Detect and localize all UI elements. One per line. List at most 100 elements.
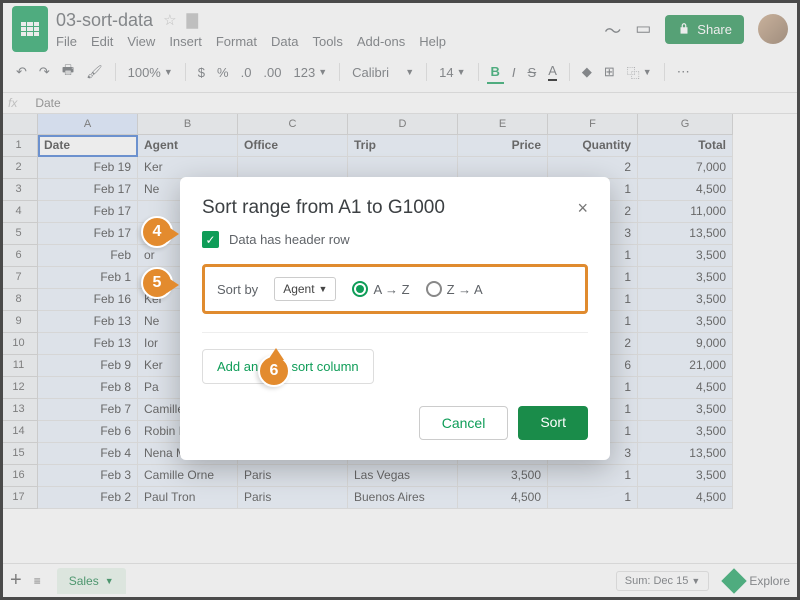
- row-header[interactable]: 14: [0, 421, 38, 443]
- header-cell[interactable]: Agent: [138, 135, 238, 157]
- row-header[interactable]: 6: [0, 245, 38, 267]
- more-toolbar-button[interactable]: ⋯: [673, 61, 694, 83]
- header-cell[interactable]: Total: [638, 135, 733, 157]
- user-avatar[interactable]: [758, 14, 788, 44]
- sheet-tab-sales[interactable]: Sales▼: [57, 568, 126, 594]
- cell[interactable]: Feb 8: [38, 377, 138, 399]
- undo-button[interactable]: ↶: [12, 61, 31, 83]
- cell[interactable]: Feb 2: [38, 487, 138, 509]
- document-title[interactable]: 03-sort-data: [56, 10, 153, 31]
- cell[interactable]: Paul Tron: [138, 487, 238, 509]
- menu-file[interactable]: File: [56, 34, 77, 49]
- cell[interactable]: Feb 3: [38, 465, 138, 487]
- comment-icon[interactable]: ▭: [635, 19, 651, 39]
- cell[interactable]: 11,000: [638, 201, 733, 223]
- trend-icon[interactable]: 〜: [604, 17, 621, 42]
- sort-button[interactable]: Sort: [518, 406, 588, 440]
- print-button[interactable]: 🖶: [58, 58, 78, 86]
- cell[interactable]: [348, 157, 458, 179]
- cell[interactable]: 3,500: [638, 421, 733, 443]
- formula-bar[interactable]: fx Date: [0, 93, 800, 114]
- cell[interactable]: Feb 19: [38, 157, 138, 179]
- cell[interactable]: [458, 157, 548, 179]
- column-header[interactable]: C: [238, 114, 348, 135]
- close-icon[interactable]: ×: [577, 198, 588, 219]
- cell[interactable]: 21,000: [638, 355, 733, 377]
- row-header[interactable]: 15: [0, 443, 38, 465]
- cell[interactable]: 1: [548, 487, 638, 509]
- cell[interactable]: 7,000: [638, 157, 733, 179]
- row-header[interactable]: 8: [0, 289, 38, 311]
- row-header[interactable]: 4: [0, 201, 38, 223]
- explore-button[interactable]: Explore: [725, 572, 790, 590]
- column-header[interactable]: A: [38, 114, 138, 135]
- cell[interactable]: 2: [548, 157, 638, 179]
- sort-az-radio[interactable]: A → Z: [352, 281, 409, 297]
- row-header[interactable]: 17: [0, 487, 38, 509]
- add-sheet-button[interactable]: +: [10, 569, 22, 592]
- star-icon[interactable]: ☆: [163, 11, 176, 29]
- text-color-button[interactable]: A: [544, 60, 561, 84]
- column-header[interactable]: G: [638, 114, 733, 135]
- paint-format-button[interactable]: 🖌: [82, 61, 107, 83]
- column-header[interactable]: E: [458, 114, 548, 135]
- sort-za-radio[interactable]: Z → A: [426, 281, 483, 297]
- cell[interactable]: Feb 9: [38, 355, 138, 377]
- cell[interactable]: Feb 4: [38, 443, 138, 465]
- font-size-select[interactable]: 14 ▼: [435, 62, 469, 83]
- cell[interactable]: 3,500: [638, 245, 733, 267]
- cell[interactable]: 3,500: [638, 465, 733, 487]
- header-cell[interactable]: Office: [238, 135, 348, 157]
- sort-column-select[interactable]: Agent▼: [274, 277, 336, 301]
- quick-sum-display[interactable]: Sum: Dec 15 ▼: [616, 571, 710, 591]
- decrease-decimal-button[interactable]: .0: [237, 62, 256, 83]
- row-header[interactable]: 7: [0, 267, 38, 289]
- cell[interactable]: Feb 17: [38, 201, 138, 223]
- merge-button[interactable]: ⿻ ▼: [623, 60, 656, 85]
- increase-decimal-button[interactable]: .00: [259, 62, 285, 83]
- cell[interactable]: 4,500: [638, 179, 733, 201]
- cell[interactable]: 3,500: [638, 311, 733, 333]
- header-cell[interactable]: Price: [458, 135, 548, 157]
- row-header[interactable]: 3: [0, 179, 38, 201]
- menu-insert[interactable]: Insert: [169, 34, 202, 49]
- cell[interactable]: 1: [548, 465, 638, 487]
- borders-button[interactable]: ⊞: [600, 61, 619, 83]
- cell[interactable]: 13,500: [638, 443, 733, 465]
- row-header[interactable]: 12: [0, 377, 38, 399]
- menu-view[interactable]: View: [127, 34, 155, 49]
- cell[interactable]: Feb 1: [38, 267, 138, 289]
- cell[interactable]: Camille Orne: [138, 465, 238, 487]
- cell[interactable]: Ker: [138, 157, 238, 179]
- column-header[interactable]: D: [348, 114, 458, 135]
- folder-icon[interactable]: ▇: [187, 11, 199, 29]
- row-header[interactable]: 11: [0, 355, 38, 377]
- share-button[interactable]: Share: [665, 15, 744, 44]
- cancel-button[interactable]: Cancel: [419, 406, 509, 440]
- cell[interactable]: Paris: [238, 465, 348, 487]
- all-sheets-button[interactable]: ≡: [34, 574, 41, 588]
- strike-button[interactable]: S: [524, 62, 541, 83]
- cell[interactable]: 3,500: [638, 399, 733, 421]
- font-select[interactable]: Calibri ▼: [348, 62, 418, 83]
- menu-format[interactable]: Format: [216, 34, 257, 49]
- header-row-checkbox[interactable]: ✓: [202, 231, 219, 248]
- bold-button[interactable]: B: [487, 61, 504, 84]
- row-header[interactable]: 5: [0, 223, 38, 245]
- cell[interactable]: Feb 17: [38, 179, 138, 201]
- cell[interactable]: Feb: [38, 245, 138, 267]
- fill-color-button[interactable]: ◆: [578, 61, 596, 83]
- cell[interactable]: Feb 13: [38, 333, 138, 355]
- row-header[interactable]: 13: [0, 399, 38, 421]
- italic-button[interactable]: I: [508, 62, 520, 83]
- cell[interactable]: 3,500: [638, 267, 733, 289]
- cell[interactable]: Buenos Aires: [348, 487, 458, 509]
- number-format-button[interactable]: 123 ▼: [290, 62, 332, 83]
- menu-help[interactable]: Help: [419, 34, 446, 49]
- header-cell[interactable]: Date: [38, 135, 138, 157]
- row-header[interactable]: 9: [0, 311, 38, 333]
- cell[interactable]: 3,500: [458, 465, 548, 487]
- column-header[interactable]: B: [138, 114, 238, 135]
- row-header[interactable]: 10: [0, 333, 38, 355]
- cell[interactable]: 13,500: [638, 223, 733, 245]
